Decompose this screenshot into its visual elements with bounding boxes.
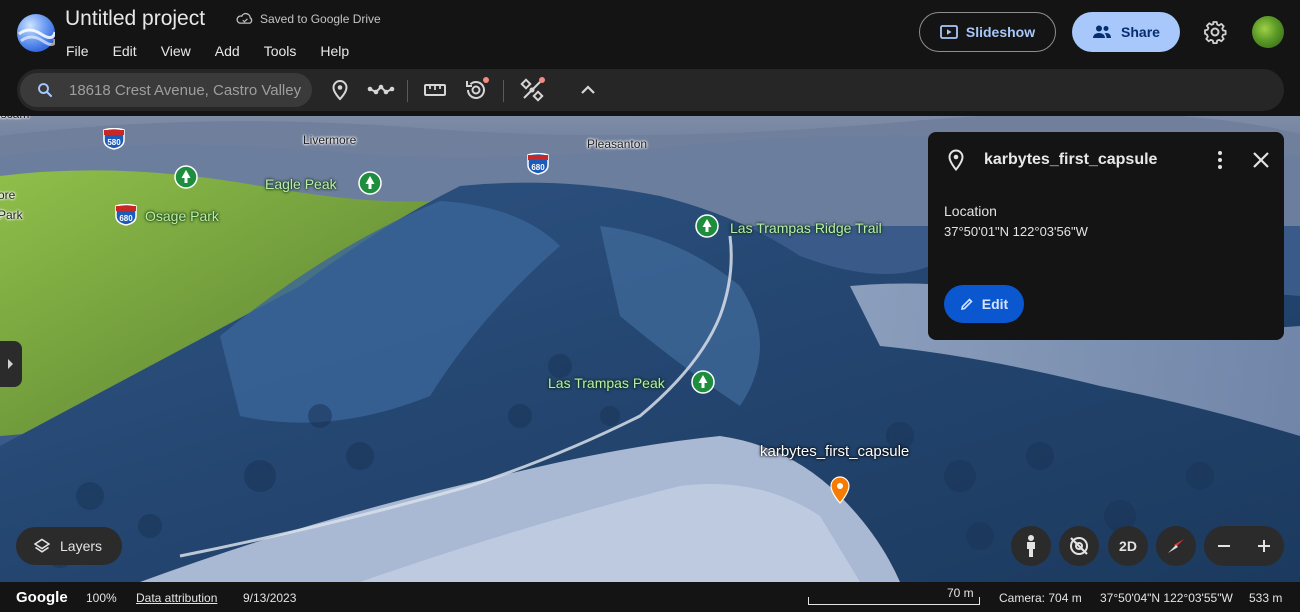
save-status: Saved to Google Drive: [236, 12, 381, 26]
google-wordmark: Google: [16, 589, 68, 606]
layers-label: Layers: [60, 538, 103, 554]
placemark-label[interactable]: karbytes_first_capsule: [760, 443, 909, 460]
location-value: 37°50'01"N 122°03'56"W: [944, 224, 1088, 239]
new-feature-dot: [539, 77, 545, 83]
place-label-fragment[interactable]: Park: [0, 208, 23, 222]
slideshow-button[interactable]: Slideshow: [919, 12, 1056, 52]
toolbar: [0, 68, 1300, 116]
edit-button[interactable]: Edit: [944, 285, 1024, 323]
measure-ruler-icon[interactable]: [422, 77, 448, 103]
park-pin-icon[interactable]: [358, 171, 382, 199]
shield-number: 580: [107, 138, 121, 147]
status-bar: Google 100% Data attribution 9/13/2023 7…: [0, 582, 1300, 612]
save-status-text: Saved to Google Drive: [260, 12, 381, 26]
historical-imagery-icon[interactable]: [463, 77, 489, 103]
toggle-2d-label: 2D: [1119, 538, 1137, 554]
imagery-date: 9/13/2023: [243, 591, 297, 605]
search-box[interactable]: [20, 73, 312, 107]
location-label: Location: [944, 203, 997, 219]
draw-path-icon[interactable]: [366, 77, 396, 103]
search-icon[interactable]: [36, 81, 54, 99]
cursor-coordinates: 37°50'04"N 122°03'55"W: [1100, 591, 1233, 605]
zoom-percentage[interactable]: 100%: [86, 591, 117, 605]
toolbar-pill: [17, 69, 1284, 111]
expand-panel-tab[interactable]: [0, 341, 22, 387]
compass-icon[interactable]: [1156, 526, 1196, 566]
menu-view[interactable]: View: [161, 43, 191, 59]
cloud-done-icon: [236, 12, 253, 24]
card-title: karbytes_first_capsule: [984, 151, 1158, 168]
place-label-fragment[interactable]: ore: [0, 188, 15, 202]
close-icon[interactable]: [1250, 149, 1272, 171]
zoom-out-minus-icon[interactable]: [1204, 526, 1244, 566]
slideshow-label: Slideshow: [965, 24, 1036, 40]
search-input[interactable]: [69, 81, 309, 99]
edit-label: Edit: [981, 296, 1009, 312]
place-label-fragment[interactable]: uscam: [0, 116, 29, 121]
place-label-ridge-trail[interactable]: Las Trampas Ridge Trail: [730, 220, 882, 236]
placemark-info-card: karbytes_first_capsule Location 37°50'01…: [928, 132, 1284, 340]
toggle-2d-button[interactable]: 2D: [1108, 526, 1148, 566]
park-pin-icon[interactable]: [695, 214, 719, 242]
menu-bar: File Edit View Add Tools Help: [66, 43, 373, 59]
pencil-icon: [960, 298, 973, 311]
camera-altitude: Camera: 704 m: [999, 591, 1082, 605]
place-label-livermore[interactable]: Livermore: [303, 133, 356, 147]
satellite-icon[interactable]: [519, 77, 545, 103]
shield-number: 680: [119, 214, 133, 223]
layers-button[interactable]: Layers: [16, 527, 122, 565]
zoom-controls: [1204, 526, 1284, 566]
zoom-in-plus-icon[interactable]: [1244, 526, 1284, 566]
menu-add[interactable]: Add: [215, 43, 240, 59]
more-vert-icon[interactable]: [1210, 149, 1230, 171]
project-title[interactable]: Untitled project: [65, 7, 205, 31]
share-label: Share: [1121, 24, 1160, 40]
menu-edit[interactable]: Edit: [113, 43, 137, 59]
share-button[interactable]: Share: [1072, 12, 1180, 52]
street-view-pegman-icon[interactable]: [1011, 526, 1051, 566]
placemark-pin-icon: [948, 149, 964, 171]
tilt-reset-icon[interactable]: [1059, 526, 1099, 566]
scale-label: 70 m: [947, 586, 974, 600]
new-feature-dot: [483, 77, 489, 83]
chevron-right-icon: [8, 359, 13, 369]
add-placemark-icon[interactable]: [327, 77, 353, 103]
chevron-up-icon[interactable]: [575, 77, 601, 103]
google-earth-logo[interactable]: [17, 14, 55, 52]
settings-gear-icon[interactable]: [1203, 20, 1227, 45]
account-avatar[interactable]: [1252, 16, 1284, 48]
place-label-eagle-peak[interactable]: Eagle Peak: [265, 176, 337, 192]
place-label-las-trampas-peak[interactable]: Las Trampas Peak: [548, 375, 665, 391]
cursor-elevation: 533 m: [1249, 591, 1283, 605]
place-label-pleasanton[interactable]: Pleasanton: [587, 137, 647, 151]
menu-tools[interactable]: Tools: [264, 43, 297, 59]
app-header: Untitled project Saved to Google Drive F…: [0, 0, 1300, 68]
interstate-580-shield-icon[interactable]: 580: [102, 128, 126, 150]
place-label-osage-park[interactable]: Osage Park: [145, 208, 219, 224]
menu-file[interactable]: File: [66, 43, 89, 59]
interstate-680-shield-icon[interactable]: 680: [114, 204, 138, 226]
data-attribution-link[interactable]: Data attribution: [136, 591, 217, 605]
interstate-680-shield-icon[interactable]: 680: [526, 153, 550, 175]
slideshow-icon: [939, 25, 958, 39]
toolbar-divider: [407, 80, 408, 102]
park-pin-icon[interactable]: [691, 370, 715, 398]
orange-placemark-pin-icon[interactable]: [828, 476, 852, 504]
menu-help[interactable]: Help: [320, 43, 349, 59]
people-icon: [1093, 25, 1112, 38]
shield-number: 680: [531, 163, 545, 172]
park-pin-icon[interactable]: [174, 165, 198, 193]
toolbar-divider: [503, 80, 504, 102]
layers-icon: [34, 538, 50, 553]
